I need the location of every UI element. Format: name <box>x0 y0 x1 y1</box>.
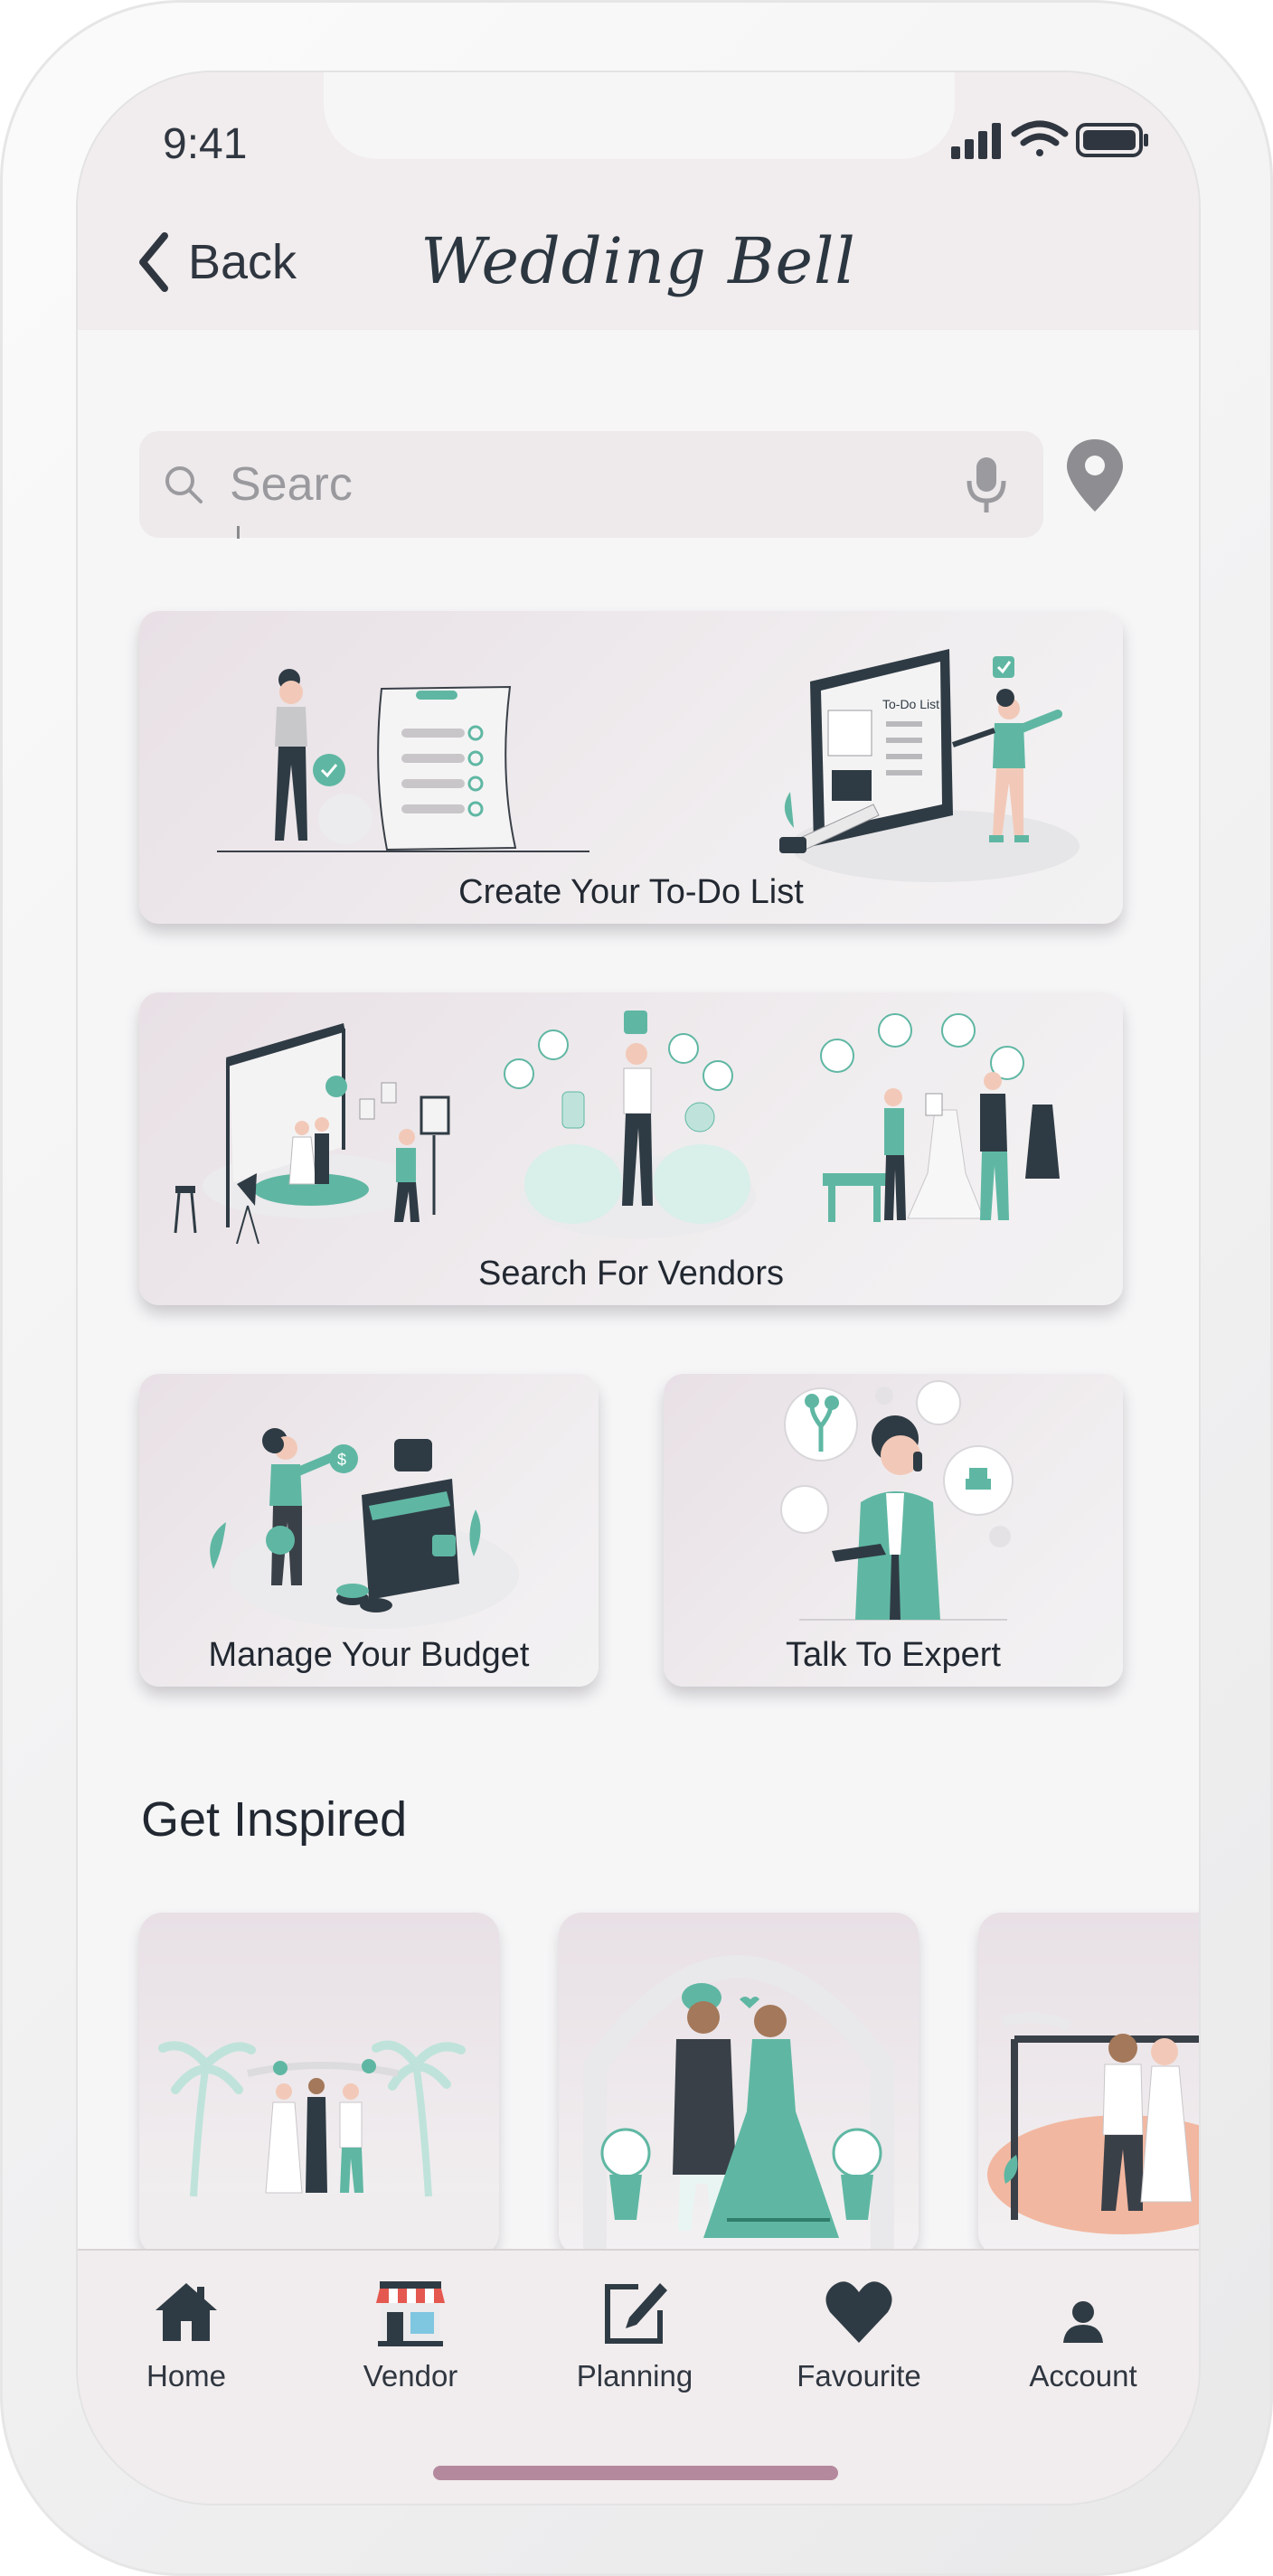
budget-card[interactable]: $ Manage Your Budget <box>139 1374 599 1687</box>
vendors-card-label: Search For Vendors <box>478 1255 784 1293</box>
expert-card[interactable]: Talk To Expert <box>664 1374 1123 1687</box>
edit-icon <box>605 2283 667 2344</box>
todo-list-card[interactable]: To-Do List Create Your To-Do List <box>139 611 1123 924</box>
home-indicator <box>433 2466 838 2480</box>
heart-icon <box>825 2281 892 2343</box>
signal-icon <box>951 123 1001 159</box>
nav-planning[interactable]: Planning <box>544 2276 725 2411</box>
app-screen: 9:41 Back Wedding Bell Searc To-Do List … <box>78 72 1199 2504</box>
battery-icon <box>1076 123 1148 157</box>
search-bar <box>139 431 1043 538</box>
user-icon <box>1063 2301 1103 2343</box>
nav-favourite[interactable]: Favourite <box>769 2276 949 2411</box>
wifi-icon <box>1011 120 1069 156</box>
chevron-left-icon <box>139 232 168 292</box>
traditional-wedding-illustration <box>583 1954 894 2256</box>
svg-text:$: $ <box>337 1451 346 1469</box>
outdoor-wedding-illustration <box>987 2012 1199 2234</box>
nav-favourite-label: Favourite <box>797 2359 921 2393</box>
nav-vendor-label: Vendor <box>363 2359 458 2393</box>
nav-planning-label: Planning <box>576 2359 693 2393</box>
inspire-card[interactable] <box>559 1913 919 2256</box>
inspire-card[interactable] <box>139 1913 499 2256</box>
app-title: Wedding Bell <box>420 224 856 298</box>
store-icon <box>376 2281 445 2346</box>
svg-text:To-Do List: To-Do List <box>882 697 939 711</box>
text-caret <box>237 526 240 539</box>
status-icons <box>951 120 1148 159</box>
home-icon <box>156 2283 217 2341</box>
back-button[interactable]: Back <box>136 226 297 298</box>
nav-account[interactable]: Account <box>993 2276 1174 2411</box>
microphone-icon[interactable] <box>964 456 1009 515</box>
search-icon <box>165 466 203 503</box>
get-inspired-title: Get Inspired <box>141 1792 408 1847</box>
budget-card-label: Manage Your Budget <box>208 1636 530 1674</box>
nav-account-label: Account <box>1029 2359 1137 2393</box>
vendors-card[interactable]: Search For Vendors <box>139 992 1123 1305</box>
status-time: 9:41 <box>163 120 248 168</box>
app-header: 9:41 Back Wedding Bell <box>78 72 1199 330</box>
expert-card-label: Talk To Expert <box>786 1636 1001 1674</box>
todo-card-label: Create Your To-Do List <box>458 873 804 911</box>
beach-wedding-illustration <box>139 2040 499 2256</box>
back-label: Back <box>188 235 297 289</box>
nav-vendor[interactable]: Vendor <box>320 2276 501 2411</box>
device-notch <box>324 72 955 159</box>
location-pin-icon[interactable] <box>1063 437 1127 513</box>
inspire-card[interactable] <box>978 1913 1199 2256</box>
search-input[interactable] <box>230 449 935 520</box>
nav-home[interactable]: Home <box>96 2276 277 2411</box>
nav-home-label: Home <box>146 2359 227 2393</box>
